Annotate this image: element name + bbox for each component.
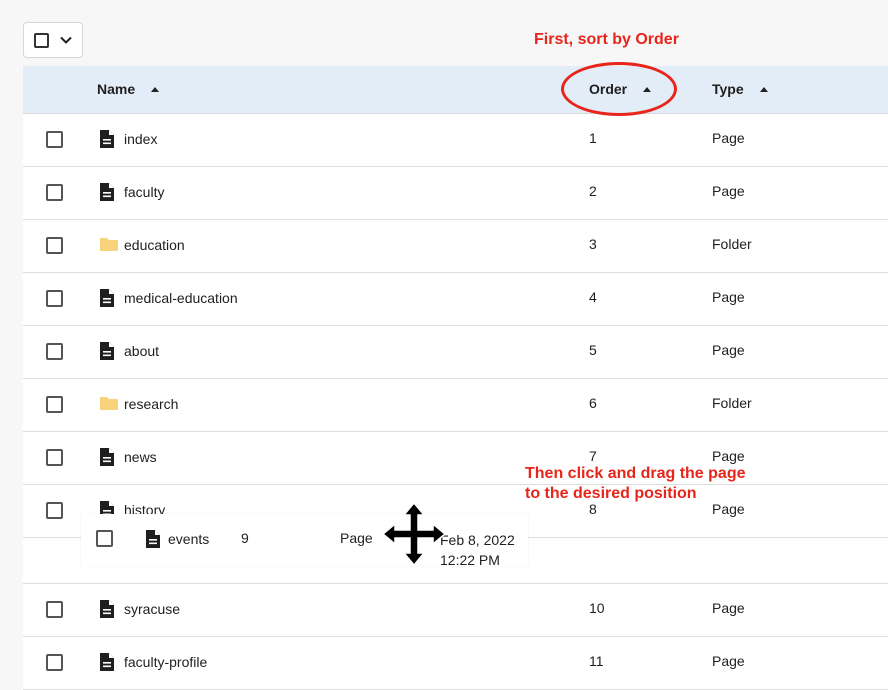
table-row[interactable]: medical-education 4 Page: [23, 273, 888, 326]
page-icon: [145, 529, 161, 552]
row-name[interactable]: news: [124, 449, 157, 465]
page-icon: [99, 182, 115, 205]
row-order: 11: [589, 653, 604, 669]
sort-ascending-icon: [759, 86, 768, 92]
move-cursor-icon: [381, 501, 447, 567]
row-order: 10: [589, 600, 605, 616]
dragged-row[interactable]: events 9 Page Feb 8, 2022 12:22 PM: [81, 514, 528, 568]
row-order: 1: [589, 130, 597, 146]
folder-icon: [99, 235, 119, 256]
sort-ascending-icon: [151, 86, 160, 92]
drag-instruction-line1: Then click and drag the page: [525, 465, 746, 482]
content-table: Name Order Type index 1 Page faculty 2 Page ed…: [23, 62, 888, 690]
drag-instruction-line2: to the desired position: [525, 485, 697, 502]
row-type: Page: [712, 183, 745, 199]
drag-instruction-callout: Then click and drag the page to the desi…: [525, 464, 785, 504]
chevron-down-icon: [60, 36, 72, 44]
row-name[interactable]: faculty: [124, 184, 164, 200]
row-order: 3: [589, 236, 597, 252]
table-row[interactable]: index 1 Page: [23, 114, 888, 167]
page-icon: [99, 447, 115, 470]
row-type: Page: [712, 130, 745, 146]
page-icon: [99, 129, 115, 152]
table-row[interactable]: research 6 Folder: [23, 379, 888, 432]
page-icon: [99, 599, 115, 622]
row-name[interactable]: index: [124, 131, 157, 147]
column-header-name[interactable]: Name: [97, 81, 160, 97]
row-checkbox[interactable]: [46, 290, 63, 307]
bulk-select-dropdown[interactable]: [23, 22, 83, 58]
column-label-name: Name: [97, 81, 136, 97]
table-header: Name Order Type: [23, 62, 888, 116]
row-name[interactable]: education: [124, 237, 185, 253]
table-row[interactable]: faculty-profile 11 Page: [23, 637, 888, 690]
row-checkbox[interactable]: [46, 396, 63, 413]
sort-instruction-callout: First, sort by Order: [534, 31, 679, 48]
table-row[interactable]: education 3 Folder: [23, 220, 888, 273]
row-order: 2: [589, 183, 597, 199]
row-name[interactable]: medical-education: [124, 290, 238, 306]
table-row[interactable]: faculty 2 Page: [23, 167, 888, 220]
row-name[interactable]: syracuse: [124, 601, 180, 617]
column-header-type[interactable]: Type: [712, 81, 768, 97]
row-checkbox[interactable]: [46, 601, 63, 618]
row-type: Page: [712, 448, 745, 464]
row-type: Page: [712, 342, 745, 358]
row-name[interactable]: research: [124, 396, 178, 412]
row-checkbox[interactable]: [46, 449, 63, 466]
select-all-checkbox[interactable]: [34, 33, 49, 48]
row-type: Folder: [712, 395, 752, 411]
page-icon: [99, 288, 115, 311]
row-type: Folder: [712, 236, 752, 252]
column-label-type: Type: [712, 81, 744, 97]
row-checkbox[interactable]: [46, 237, 63, 254]
dragged-row-name: events: [168, 531, 210, 547]
page-icon: [99, 652, 115, 675]
row-order: 5: [589, 342, 597, 358]
row-order: 4: [589, 289, 597, 305]
order-highlight-circle: [561, 62, 677, 116]
row-type: Page: [712, 653, 745, 669]
row-order: 7: [589, 448, 597, 464]
page-icon: [99, 341, 115, 364]
dragged-row-type: Page: [340, 530, 373, 546]
dragged-row-time: 12:22 PM: [440, 552, 500, 568]
row-checkbox[interactable]: [46, 131, 63, 148]
row-checkbox[interactable]: [46, 343, 63, 360]
row-type: Page: [712, 600, 745, 616]
row-checkbox[interactable]: [46, 502, 63, 519]
row-name[interactable]: faculty-profile: [124, 654, 207, 670]
table-row[interactable]: syracuse 10 Page: [23, 584, 888, 637]
row-order: 6: [589, 395, 597, 411]
table-row[interactable]: about 5 Page: [23, 326, 888, 379]
folder-icon: [99, 394, 119, 415]
dragged-row-modified: Feb 8, 2022 12:22 PM: [440, 530, 515, 570]
row-checkbox[interactable]: [46, 184, 63, 201]
row-name[interactable]: about: [124, 343, 159, 359]
row-type: Page: [712, 289, 745, 305]
row-checkbox[interactable]: [96, 530, 113, 547]
dragged-row-order: 9: [241, 530, 249, 546]
row-checkbox[interactable]: [46, 654, 63, 671]
dragged-row-date: Feb 8, 2022: [440, 532, 515, 548]
